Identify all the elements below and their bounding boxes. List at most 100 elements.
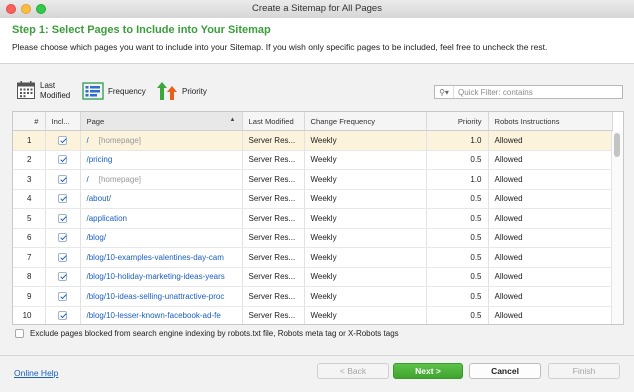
page-url[interactable]: /blog/10-holiday-marketing-ideas-years [87, 272, 225, 281]
include-checkbox[interactable] [58, 272, 67, 282]
page-cell[interactable]: /blog/10-examples-valentines-day-cam [80, 247, 243, 268]
priority-button[interactable]: Priority [156, 81, 207, 103]
include-checkbox[interactable] [58, 194, 67, 204]
priority-cell[interactable]: 0.5 [426, 150, 489, 170]
include-checkbox[interactable] [58, 213, 67, 223]
column-header-robots[interactable]: Robots Instructions [488, 112, 613, 131]
change-frequency-cell[interactable]: Weekly [304, 267, 427, 287]
change-frequency-cell[interactable]: Weekly [304, 150, 427, 170]
table-row[interactable]: 6/blog/Server Res... Weekly 0.5 Allowed [13, 228, 613, 248]
page-url[interactable]: /blog/10-lesser-known-facebook-ad-fe [87, 311, 221, 320]
page-cell[interactable]: / [homepage] [80, 130, 243, 151]
include-checkbox[interactable] [58, 135, 67, 145]
page-url[interactable]: /blog/ [87, 233, 107, 242]
back-button[interactable]: < Back [317, 363, 389, 379]
cancel-button[interactable]: Cancel [469, 363, 541, 379]
change-frequency-cell[interactable]: Weekly [304, 169, 427, 190]
include-cell[interactable] [45, 150, 81, 170]
last-modified-cell[interactable]: Server Res... [242, 150, 305, 170]
include-cell[interactable] [45, 306, 81, 324]
frequency-button[interactable]: Frequency [82, 82, 146, 102]
priority-cell[interactable]: 0.5 [426, 189, 489, 209]
priority-cell[interactable]: 1.0 [426, 169, 489, 190]
column-header-include[interactable]: Incl... [45, 112, 81, 131]
include-checkbox[interactable] [58, 233, 67, 243]
change-frequency-cell[interactable]: Weekly [304, 306, 427, 324]
last-modified-cell[interactable]: Server Res... [242, 247, 305, 268]
last-modified-cell[interactable]: Server Res... [242, 130, 305, 151]
page-cell[interactable]: / [homepage] [80, 169, 243, 190]
include-checkbox[interactable] [58, 291, 67, 301]
exclude-blocked-option[interactable]: Exclude pages blocked from search engine… [15, 329, 399, 338]
scrollbar-thumb[interactable] [614, 133, 620, 157]
step-description: Please choose which pages you want to in… [12, 42, 548, 52]
online-help-link[interactable]: Online Help [14, 368, 58, 378]
table-scrollbar[interactable] [611, 131, 623, 324]
last-modified-cell[interactable]: Server Res... [242, 267, 305, 287]
priority-cell[interactable]: 0.5 [426, 208, 489, 229]
include-cell[interactable] [45, 286, 81, 307]
page-url[interactable]: /blog/10-ideas-selling-unattractive-proc [87, 292, 225, 301]
column-header-change-frequency[interactable]: Change Frequency [304, 112, 427, 131]
last-modified-cell[interactable]: Server Res... [242, 286, 305, 307]
change-frequency-cell[interactable]: Weekly [304, 208, 427, 229]
table-row[interactable]: 4/about/Server Res... Weekly 0.5 Allowed [13, 189, 613, 209]
priority-cell[interactable]: 0.5 [426, 247, 489, 268]
table-row[interactable]: 10/blog/10-lesser-known-facebook-ad-fe Se… [13, 306, 613, 324]
include-cell[interactable] [45, 189, 81, 209]
include-cell[interactable] [45, 208, 81, 229]
include-cell[interactable] [45, 247, 81, 268]
priority-cell[interactable]: 0.5 [426, 267, 489, 287]
finish-button[interactable]: Finish [548, 363, 620, 379]
column-header-priority[interactable]: Priority [426, 112, 489, 131]
column-header-last-modified[interactable]: Last Modified [242, 112, 305, 131]
page-url[interactable]: /about/ [87, 194, 111, 203]
include-cell[interactable] [45, 267, 81, 287]
change-frequency-cell[interactable]: Weekly [304, 228, 427, 248]
page-cell[interactable]: /blog/ [80, 228, 243, 248]
priority-cell[interactable]: 1.0 [426, 130, 489, 151]
last-modified-button[interactable]: Last Modified [16, 80, 70, 102]
priority-cell[interactable]: 0.5 [426, 228, 489, 248]
table-row[interactable]: 1 /[homepage] Server Res... Weekly 1.0 Allowe… [13, 130, 613, 151]
last-modified-cell[interactable]: Server Res... [242, 189, 305, 209]
page-cell[interactable]: /blog/10-lesser-known-facebook-ad-fe [80, 306, 243, 324]
next-button[interactable]: Next > [393, 363, 463, 379]
include-checkbox[interactable] [58, 252, 67, 262]
search-dropdown-icon[interactable]: ⚲▾ [435, 86, 454, 98]
page-url[interactable]: /blog/10-examples-valentines-day-cam [87, 253, 224, 262]
change-frequency-cell[interactable]: Weekly [304, 286, 427, 307]
include-cell[interactable] [45, 228, 81, 248]
include-cell[interactable] [45, 130, 81, 151]
table-row[interactable]: 2/pricing Server Res... Weekly 0.5 Allowed [13, 150, 613, 170]
change-frequency-cell[interactable]: Weekly [304, 189, 427, 209]
last-modified-cell[interactable]: Server Res... [242, 228, 305, 248]
include-cell[interactable] [45, 169, 81, 190]
table-row[interactable]: 5/application Server Res... Weekly 0.5 Allow… [13, 208, 613, 229]
page-cell[interactable]: /about/ [80, 189, 243, 209]
change-frequency-cell[interactable]: Weekly [304, 247, 427, 268]
last-modified-cell[interactable]: Server Res... [242, 169, 305, 190]
exclude-blocked-checkbox[interactable] [15, 329, 24, 338]
page-cell[interactable]: /blog/10-holiday-marketing-ideas-years [80, 267, 243, 287]
page-url[interactable]: /pricing [87, 155, 113, 164]
table-row[interactable]: 7/blog/10-examples-valentines-day-cam Ser… [13, 247, 613, 268]
table-row[interactable]: 8/blog/10-holiday-marketing-ideas-years S… [13, 267, 613, 287]
page-url[interactable]: /application [87, 214, 127, 223]
last-modified-cell[interactable]: Server Res... [242, 306, 305, 324]
include-checkbox[interactable] [58, 311, 67, 321]
page-cell[interactable]: /application [80, 208, 243, 229]
change-frequency-cell[interactable]: Weekly [304, 130, 427, 151]
priority-cell[interactable]: 0.5 [426, 286, 489, 307]
table-row[interactable]: 9/blog/10-ideas-selling-unattractive-pro… [13, 286, 613, 307]
page-cell[interactable]: /pricing [80, 150, 243, 170]
page-cell[interactable]: /blog/10-ideas-selling-unattractive-proc [80, 286, 243, 307]
column-header-page[interactable]: Page ▲ [80, 112, 243, 131]
priority-cell[interactable]: 0.5 [426, 306, 489, 324]
quick-filter-input[interactable] [454, 86, 620, 98]
include-checkbox[interactable] [58, 155, 67, 165]
last-modified-cell[interactable]: Server Res... [242, 208, 305, 229]
include-checkbox[interactable] [58, 174, 67, 184]
table-row[interactable]: 3 /[homepage] Server Res... Weekly 1.0 Allowe… [13, 169, 613, 190]
column-header-number[interactable]: # [13, 112, 46, 131]
